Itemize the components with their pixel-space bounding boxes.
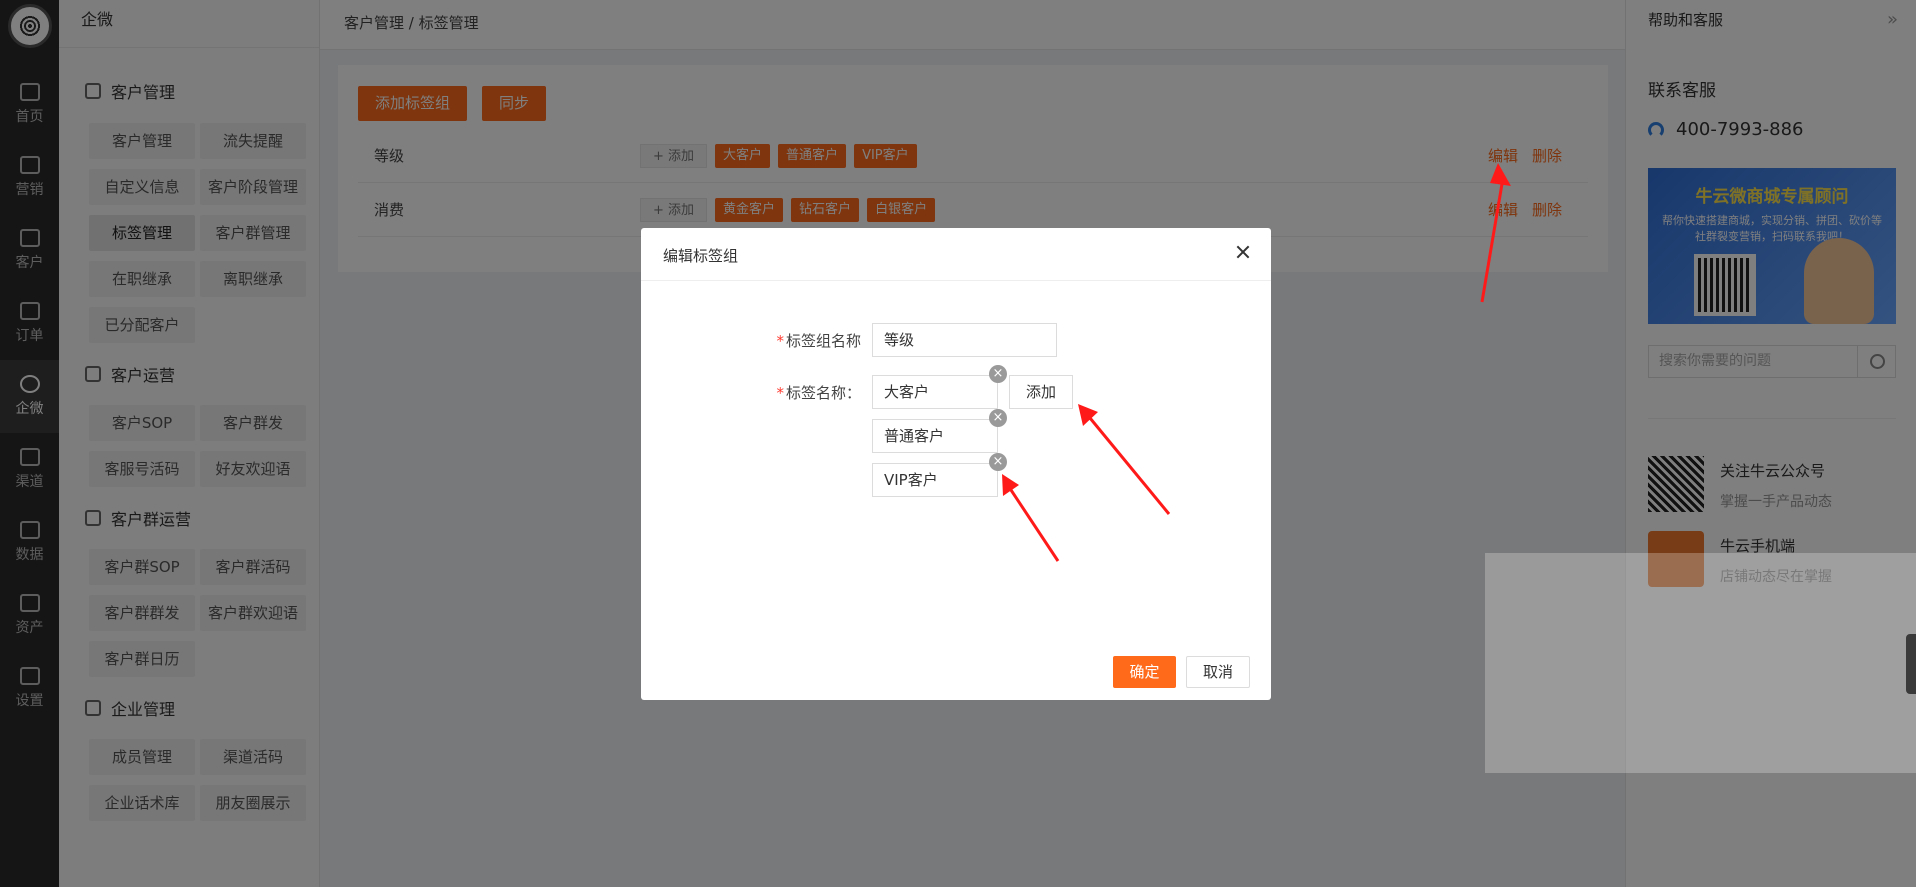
group-name-input[interactable]: 等级 [872, 323, 1057, 357]
remove-tag-icon[interactable]: × [989, 365, 1007, 383]
close-icon[interactable] [1233, 242, 1253, 262]
tag-name-input[interactable]: VIP客户 [872, 463, 998, 497]
add-tag-input-button[interactable]: 添加 [1009, 375, 1074, 409]
dialog-header: 编辑标签组 [641, 228, 1271, 281]
cancel-button[interactable]: 取消 [1186, 656, 1250, 688]
edit-tag-group-dialog: 编辑标签组 * 标签组名称 等级 * 标签名称： 大客户 × 添加 普通客户 × V… [641, 228, 1271, 700]
tag-name-input[interactable]: 大客户 [872, 375, 998, 409]
highlight-overlay [1485, 553, 1916, 773]
tag-name-label: * 标签名称： [776, 384, 861, 402]
tag-name-input[interactable]: 普通客户 [872, 419, 998, 453]
confirm-button[interactable]: 确定 [1113, 656, 1176, 688]
group-name-label: * 标签组名称 [776, 332, 861, 350]
side-handle[interactable] [1906, 634, 1916, 694]
remove-tag-icon[interactable]: × [989, 453, 1007, 471]
dialog-title: 编辑标签组 [663, 247, 739, 265]
remove-tag-icon[interactable]: × [989, 409, 1007, 427]
